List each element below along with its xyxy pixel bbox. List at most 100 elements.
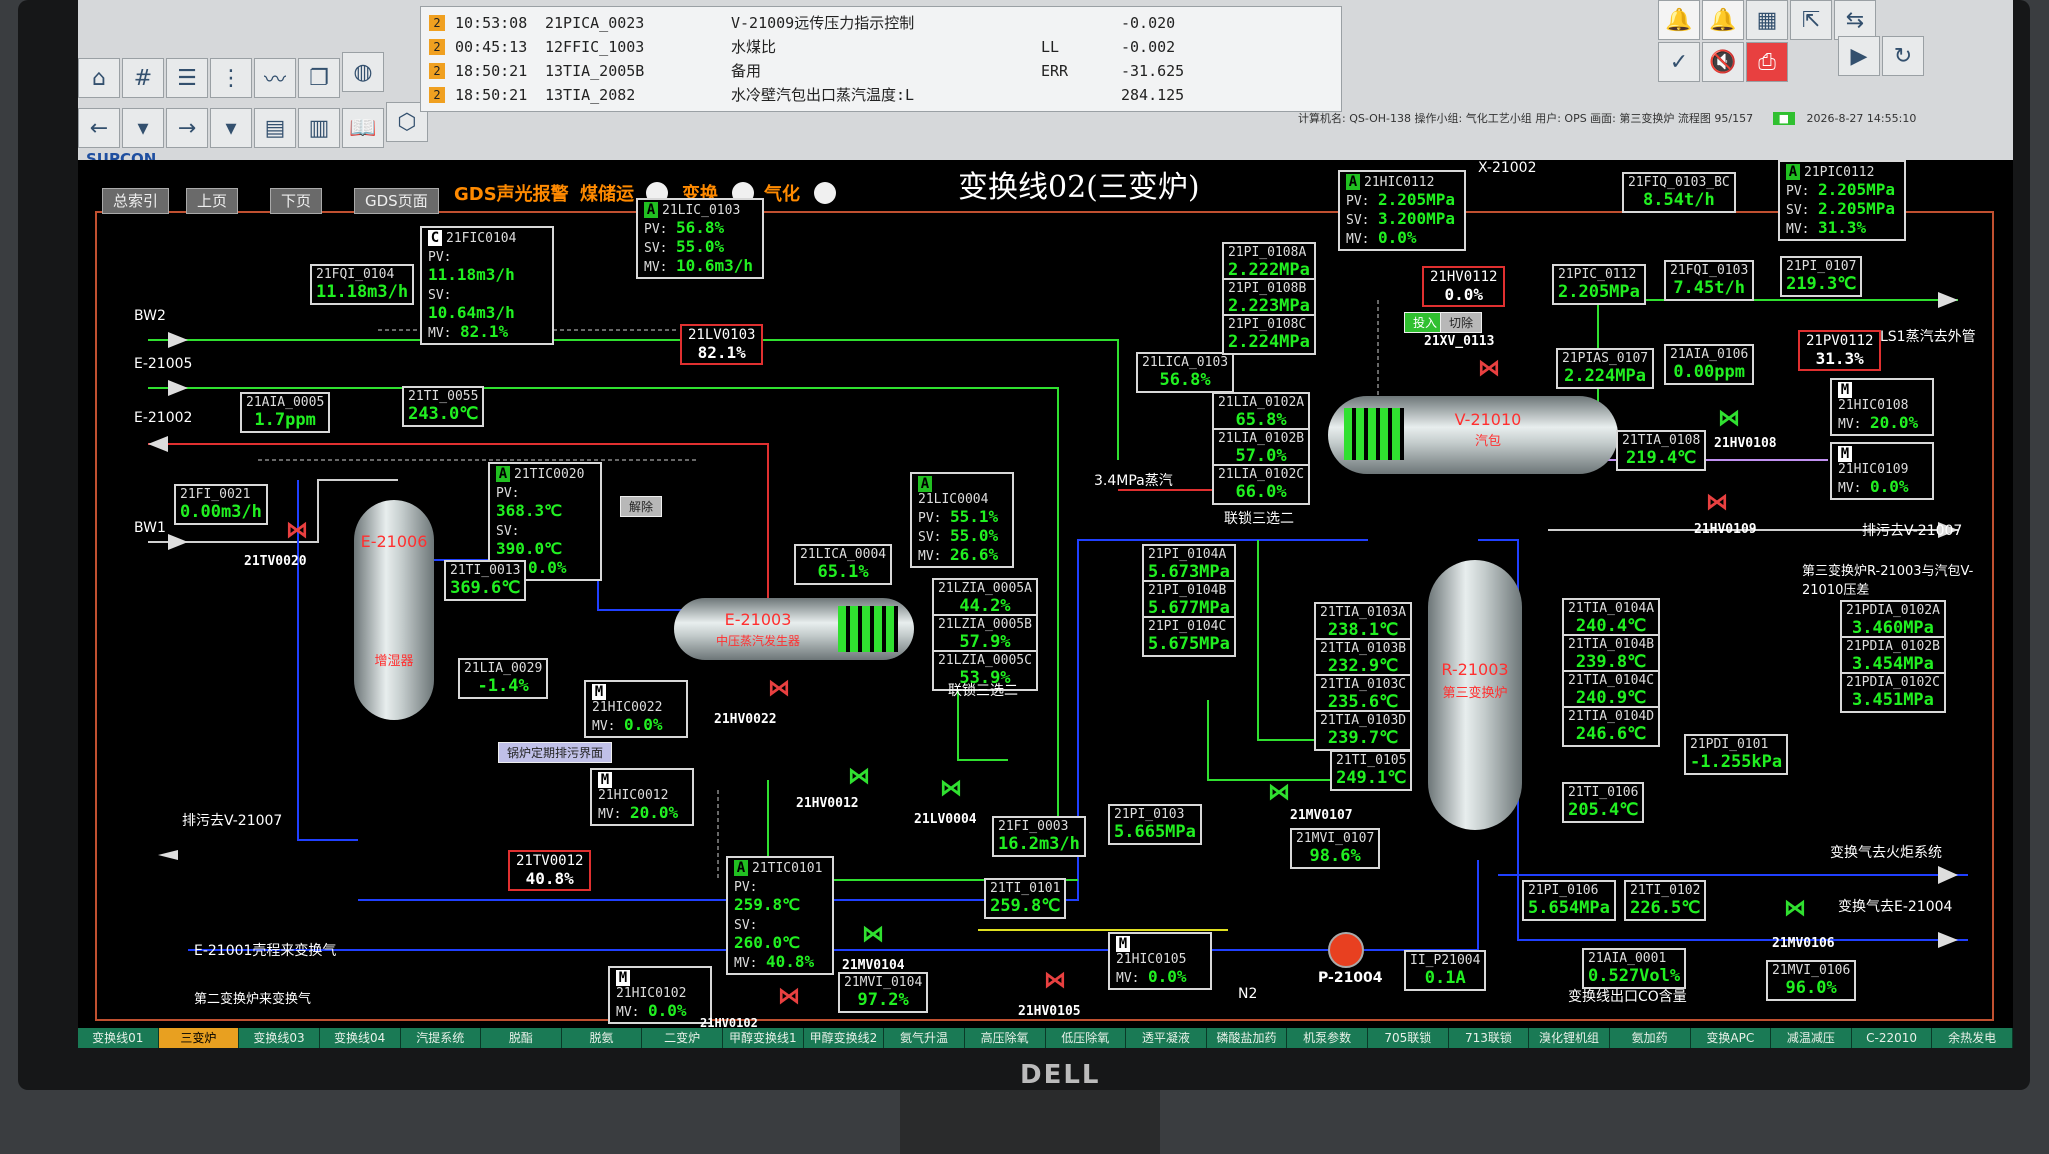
tab-pump-params[interactable]: 机泵参数 — [1287, 1028, 1368, 1048]
tag-21pic-0112[interactable]: 21PIC_0112 2.205MPa — [1552, 264, 1646, 305]
page2-icon[interactable]: ▥ — [298, 108, 340, 148]
tag-21lzia-0005b[interactable]: 21LZIA_0005B 57.9% — [932, 614, 1038, 655]
refresh-icon[interactable]: ↻ — [1882, 36, 1924, 76]
tag-21fi-0021[interactable]: 21FI_0021 0.00m3/h — [174, 484, 268, 525]
tab-hp-deaerator[interactable]: 高压除氧 — [965, 1028, 1046, 1048]
hic0022-station[interactable]: M21HIC0022 MV: 0.0% — [584, 680, 688, 738]
tag-21pi-0108b[interactable]: 21PI_0108B 2.223MPa — [1222, 278, 1316, 319]
tab-second-converter[interactable]: 二变炉 — [642, 1028, 723, 1048]
tab-ammonia-dosing[interactable]: 氨加药 — [1610, 1028, 1691, 1048]
tag-21tia-0103d[interactable]: 21TIA_0103D 239.7℃ — [1314, 710, 1413, 751]
dots-icon[interactable]: ⋮ — [210, 58, 252, 98]
tag-21tia-0103a[interactable]: 21TIA_0103A 238.1℃ — [1314, 602, 1413, 643]
tab-libr-unit[interactable]: 溴化锂机组 — [1529, 1028, 1610, 1048]
bypass-button[interactable]: 解除 — [620, 496, 663, 517]
book-icon[interactable]: 📖 — [342, 108, 384, 148]
tag-21tia-0104a[interactable]: 21TIA_0104A 240.4℃ — [1562, 598, 1661, 639]
tag-21pdi-0101[interactable]: 21PDI_0101 -1.255kPa — [1684, 734, 1789, 775]
lic0103-faceplate[interactable]: A 21LIC_0103 PV: 56.8% SV: 55.0% MV: 10.6m3/… — [636, 198, 764, 279]
lv0004-valve-icon[interactable]: ⋈ — [940, 776, 962, 801]
tab-shift-line-03[interactable]: 变换线03 — [239, 1028, 320, 1048]
hic0102-station[interactable]: M21HIC0102 MV: 0.0% — [608, 966, 712, 1024]
tag-21lia-0102b[interactable]: 21LIA_0102B 57.0% — [1212, 428, 1311, 469]
print-icon[interactable]: ⎙ — [1746, 42, 1788, 82]
tv0020-valve-icon[interactable]: ⋈ — [286, 518, 308, 543]
hic0105-station[interactable]: M21HIC0105 MV: 0.0% — [1108, 932, 1212, 990]
hv0022-valve-icon[interactable]: ⋈ — [768, 676, 790, 701]
tag-21tia-0103c[interactable]: 21TIA_0103C 235.6℃ — [1314, 674, 1413, 715]
alarm-row[interactable]: 2 18:50:21 13TIA_2082 水冷壁汽包出口蒸汽温度:L 284.… — [421, 83, 1341, 107]
tag-21tia-0108[interactable]: 21TIA_0108 219.4℃ — [1616, 430, 1707, 471]
p21004-pump-icon[interactable] — [1328, 932, 1364, 968]
tag-21pi-0108a[interactable]: 21PI_0108A 2.222MPa — [1222, 242, 1316, 283]
alarm-row[interactable]: 2 18:50:21 13TIA_2005B 备用 ERR -31.625 — [421, 59, 1341, 83]
tag-21mvi-0104[interactable]: 21MVI_0104 97.2% — [838, 972, 929, 1013]
hv0105-valve-icon[interactable]: ⋈ — [1044, 968, 1066, 993]
tag-21ti-0101[interactable]: 21TI_0101 259.8℃ — [984, 878, 1067, 919]
tag-21tia-0104d[interactable]: 21TIA_0104D 246.6℃ — [1562, 706, 1661, 747]
tag-21mvi-0106[interactable]: 21MVI_0106 96.0% — [1766, 960, 1857, 1001]
tag-21pdia-0102b[interactable]: 21PDIA_0102B 3.454MPa — [1840, 636, 1946, 677]
tab-stripping[interactable]: 汽提系统 — [401, 1028, 482, 1048]
tag-21aia-0001[interactable]: 21AIA_0001 0.527Vol% — [1582, 948, 1687, 989]
pic0112-faceplate[interactable]: A 21PIC0112 PV: 2.205MPa SV: 2.205MPa MV: 31… — [1778, 160, 1906, 241]
tv0012-output[interactable]: 21TV0012 40.8% — [508, 850, 592, 891]
tag-21lzia-0005a[interactable]: 21LZIA_0005A 44.2% — [932, 578, 1038, 619]
nav-gds-button[interactable]: GDS页面 — [354, 188, 439, 214]
alarm-row[interactable]: 2 00:45:13 12FFIC_1003 水煤比 LL -0.002 — [421, 35, 1341, 59]
copy-icon[interactable]: ❐ — [298, 58, 340, 98]
back-icon[interactable]: ← — [78, 108, 120, 148]
tab-methanol-line-1[interactable]: 甲醇变换线1 — [723, 1028, 804, 1048]
hic0112-faceplate[interactable]: A 21HIC0112 PV: 2.205MPa SV: 3.200MPa MV: 0.… — [1338, 170, 1466, 251]
fic0104-faceplate[interactable]: C 21FIC0104 PV:11.18m3/h SV:10.64m3/h MV:… — [420, 226, 554, 345]
tag-21pi-0104c[interactable]: 21PI_0104C 5.675MPa — [1142, 616, 1236, 657]
home-icon[interactable]: ⌂ — [78, 58, 120, 98]
tag-21pias-0107[interactable]: 21PIAS_0107 2.224MPa — [1556, 348, 1655, 389]
tab-methanol-line-2[interactable]: 甲醇变换线2 — [804, 1028, 885, 1048]
tab-705-interlock[interactable]: 705联锁 — [1368, 1028, 1449, 1048]
tag-21tia-0103b[interactable]: 21TIA_0103B 232.9℃ — [1314, 638, 1413, 679]
compare-icon[interactable]: ⇆ — [1834, 0, 1876, 40]
tag-21pi-0104b[interactable]: 21PI_0104B 5.677MPa — [1142, 580, 1236, 621]
grid-icon[interactable]: # — [122, 58, 164, 98]
nav-index-button[interactable]: 总索引 — [102, 188, 170, 214]
blowdown-screen-button[interactable]: 锅炉定期排污界面 — [498, 742, 613, 763]
xv0113-valve-icon[interactable]: ⋈ — [1478, 356, 1500, 381]
tic0101-faceplate[interactable]: A 21TIC0101 PV:259.8℃ SV:260.0℃ MV: 40.8% — [726, 856, 834, 975]
mv0107-valve-icon[interactable]: ⋈ — [1268, 780, 1290, 805]
tab-c22010[interactable]: C-22010 — [1852, 1028, 1933, 1048]
pv0112-output[interactable]: 21PV0112 31.3% — [1798, 330, 1882, 371]
forward-icon[interactable]: → — [166, 108, 208, 148]
tab-phosphate-dosing[interactable]: 磷酸盐加药 — [1207, 1028, 1288, 1048]
tag-21lia-0102c[interactable]: 21LIA_0102C 66.0% — [1212, 464, 1311, 505]
hv0012-valve-icon[interactable]: ⋈ — [848, 764, 870, 789]
nav-next-button[interactable]: 下页 — [270, 188, 323, 214]
tab-lp-deaerator[interactable]: 低压除氧 — [1046, 1028, 1127, 1048]
tag-21pi-0107[interactable]: 21PI_0107 219.3℃ — [1780, 256, 1863, 297]
lic0004-faceplate[interactable]: A21LIC0004 PV: 55.1% SV: 55.0% MV: 26.6% — [910, 472, 1014, 568]
tag-21pi-0103[interactable]: 21PI_0103 5.665MPa — [1108, 804, 1202, 845]
mute-icon[interactable]: 🔇 — [1702, 42, 1744, 82]
hv0109-valve-icon[interactable]: ⋈ — [1706, 490, 1728, 515]
gds-gasify-indicator[interactable] — [814, 182, 836, 204]
tag-21tia-0104c[interactable]: 21TIA_0104C 240.9℃ — [1562, 670, 1661, 711]
alarm-list[interactable]: 2 10:53:08 21PICA_0023 V-21009远传压力指示控制 -… — [420, 6, 1342, 112]
tag-21ti-0013[interactable]: 21TI_0013 369.6℃ — [444, 560, 527, 601]
tag-21lia-0102a[interactable]: 21LIA_0102A 65.8% — [1212, 392, 1311, 433]
export-icon[interactable]: ⇱ — [1790, 0, 1832, 40]
hic0012-station[interactable]: M21HIC0012 MV: 20.0% — [590, 768, 694, 826]
tab-713-interlock[interactable]: 713联锁 — [1449, 1028, 1530, 1048]
tag-21lica-0103[interactable]: 21LICA_0103 56.8% — [1136, 352, 1235, 393]
tag-21aia-0005[interactable]: 21AIA_0005 1.7ppm — [240, 392, 331, 433]
trend-icon[interactable]: 〰 — [254, 58, 296, 98]
tag-21mvi-0107[interactable]: 21MVI_0107 98.6% — [1290, 828, 1381, 869]
alarm-row[interactable]: 2 10:53:08 21PICA_0023 V-21009远传压力指示控制 -… — [421, 11, 1341, 35]
dropdown-icon[interactable]: ▾ — [122, 108, 164, 148]
tag-21pi-0104a[interactable]: 21PI_0104A 5.673MPa — [1142, 544, 1236, 585]
tag-ii-p21004[interactable]: II_P21004 0.1A — [1404, 950, 1487, 991]
tab-deammonia[interactable]: 脱氨 — [562, 1028, 643, 1048]
page-icon[interactable]: ▤ — [254, 108, 296, 148]
lv0103-output[interactable]: 21LV0103 82.1% — [680, 324, 764, 365]
tab-shift-apc[interactable]: 变换APC — [1691, 1028, 1772, 1048]
tag-21fiq-0103-bc[interactable]: 21FIQ_0103_BC 8.54t/h — [1622, 172, 1736, 213]
